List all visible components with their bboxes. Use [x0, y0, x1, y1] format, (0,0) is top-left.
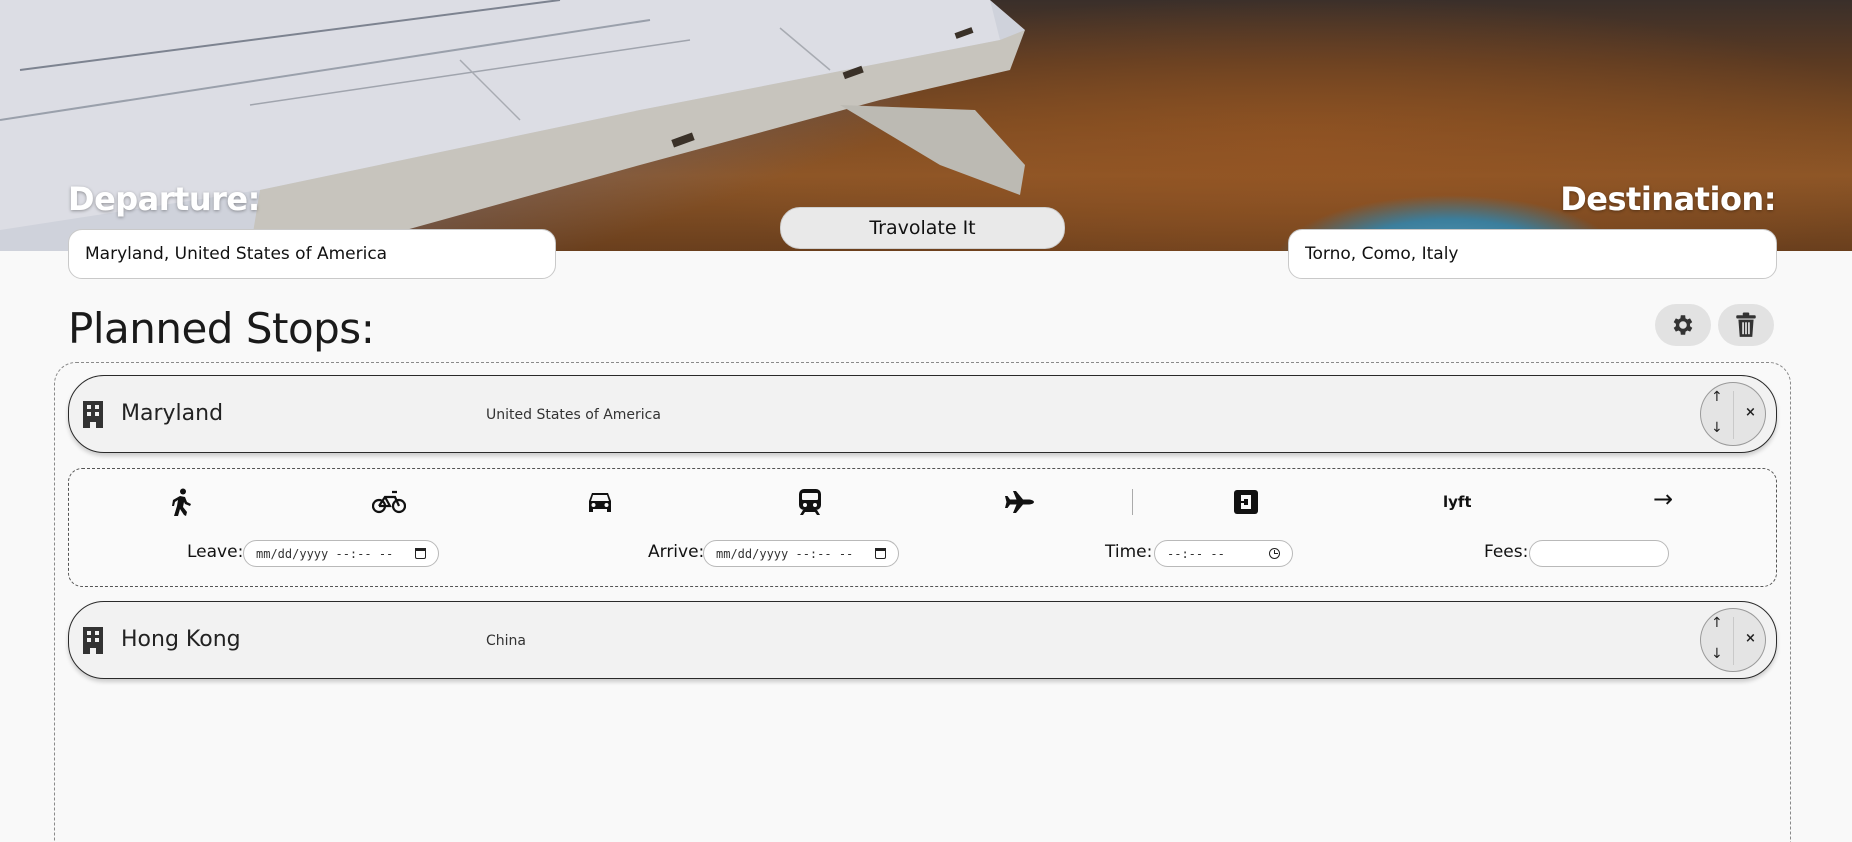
stop-country: United States of America [486, 407, 661, 423]
fees-label: Fees: [1484, 542, 1529, 562]
time-placeholder: --:-- -- [1167, 546, 1225, 561]
time-input[interactable]: --:-- -- [1154, 540, 1293, 567]
trash-icon [1736, 312, 1756, 337]
clear-all-button[interactable] [1718, 304, 1774, 346]
stop-country: China [486, 633, 526, 649]
uber-icon [1234, 490, 1258, 514]
svg-text:lyft: lyft [1443, 493, 1471, 511]
transport-segment: lyft → Leave: mm/dd/yyyy --:-- -- Arrive… [68, 468, 1777, 587]
clock-icon[interactable] [1269, 548, 1280, 559]
time-label: Time: [1105, 542, 1153, 562]
leave-label: Leave: [187, 542, 244, 562]
walk-icon [172, 488, 191, 516]
stop-card[interactable]: Maryland United States of America ↑ ↓ × [68, 375, 1777, 453]
stop-controls: ↑ ↓ × [1700, 382, 1766, 446]
arrive-placeholder: mm/dd/yyyy --:-- -- [716, 546, 854, 561]
move-down-button[interactable]: ↓ [1711, 646, 1723, 662]
building-icon [83, 401, 103, 428]
remove-stop-button[interactable]: × [1745, 405, 1756, 420]
bicycle-icon [372, 490, 406, 514]
building-icon [83, 627, 103, 654]
car-icon [589, 493, 611, 512]
fees-input[interactable] [1529, 540, 1669, 567]
travolate-button[interactable]: Travolate It [780, 207, 1065, 249]
bicycle-mode-button[interactable] [372, 487, 406, 517]
train-icon [799, 489, 821, 515]
mode-divider [1132, 489, 1133, 515]
stop-name: Maryland [121, 401, 224, 426]
move-up-button[interactable]: ↑ [1711, 615, 1723, 631]
stop-card[interactable]: Hong Kong China ↑ ↓ × [68, 601, 1777, 679]
car-mode-button[interactable] [583, 487, 617, 517]
arrive-datetime-input[interactable]: mm/dd/yyyy --:-- -- [703, 540, 899, 567]
leave-datetime-input[interactable]: mm/dd/yyyy --:-- -- [243, 540, 439, 567]
lyft-icon: lyft [1443, 493, 1471, 511]
departure-label: Departure: [68, 180, 260, 218]
control-divider [1733, 391, 1734, 439]
plane-mode-button[interactable] [1003, 487, 1037, 517]
stop-name: Hong Kong [121, 627, 241, 652]
destination-label: Destination: [1560, 180, 1776, 218]
uber-mode-button[interactable] [1229, 487, 1263, 517]
move-down-button[interactable]: ↓ [1711, 420, 1723, 436]
plane-icon [1005, 491, 1034, 513]
calendar-icon[interactable] [415, 548, 426, 559]
control-divider [1733, 617, 1734, 665]
train-mode-button[interactable] [793, 487, 827, 517]
move-up-button[interactable]: ↑ [1711, 389, 1723, 405]
leave-placeholder: mm/dd/yyyy --:-- -- [256, 546, 394, 561]
walk-mode-button[interactable] [165, 487, 199, 517]
lyft-mode-button[interactable]: lyft [1440, 487, 1474, 517]
settings-button[interactable] [1655, 304, 1711, 346]
stop-controls: ↑ ↓ × [1700, 608, 1766, 672]
calendar-icon[interactable] [875, 548, 886, 559]
next-arrow-button[interactable]: → [1653, 485, 1673, 513]
gear-icon [1673, 315, 1693, 335]
remove-stop-button[interactable]: × [1745, 631, 1756, 646]
arrive-label: Arrive: [648, 542, 705, 562]
page-title: Planned Stops: [68, 304, 375, 353]
destination-input[interactable] [1288, 229, 1777, 279]
departure-input[interactable] [68, 229, 556, 279]
